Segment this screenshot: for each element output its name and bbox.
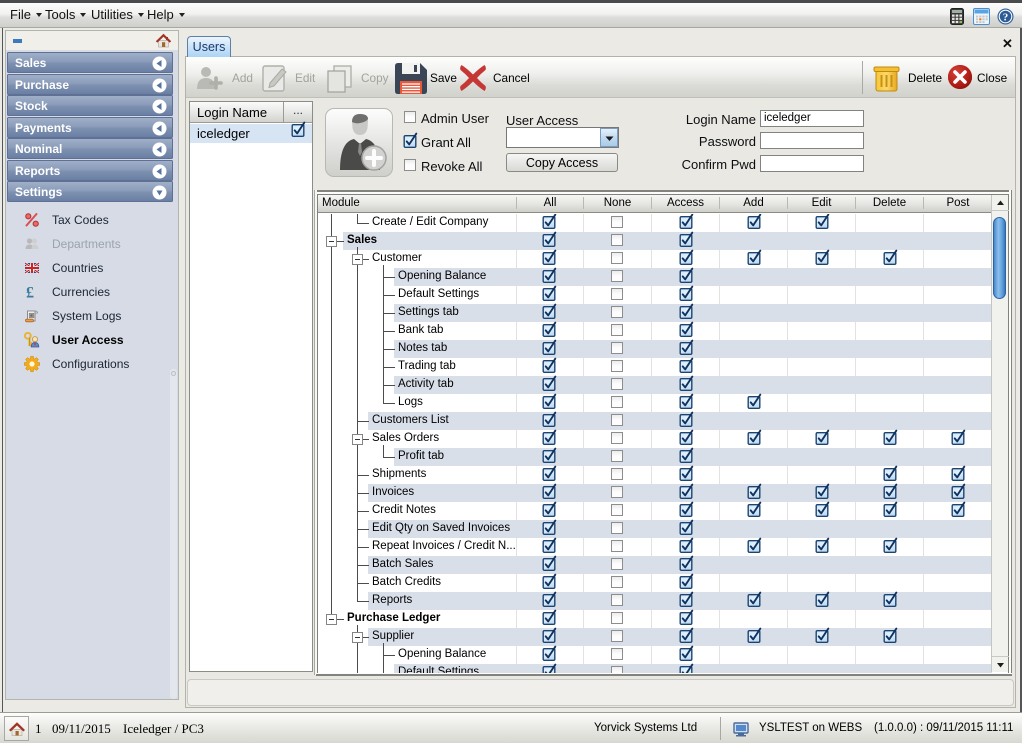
svg-text:?: ? (1003, 12, 1009, 24)
svg-text:£: £ (26, 285, 34, 301)
